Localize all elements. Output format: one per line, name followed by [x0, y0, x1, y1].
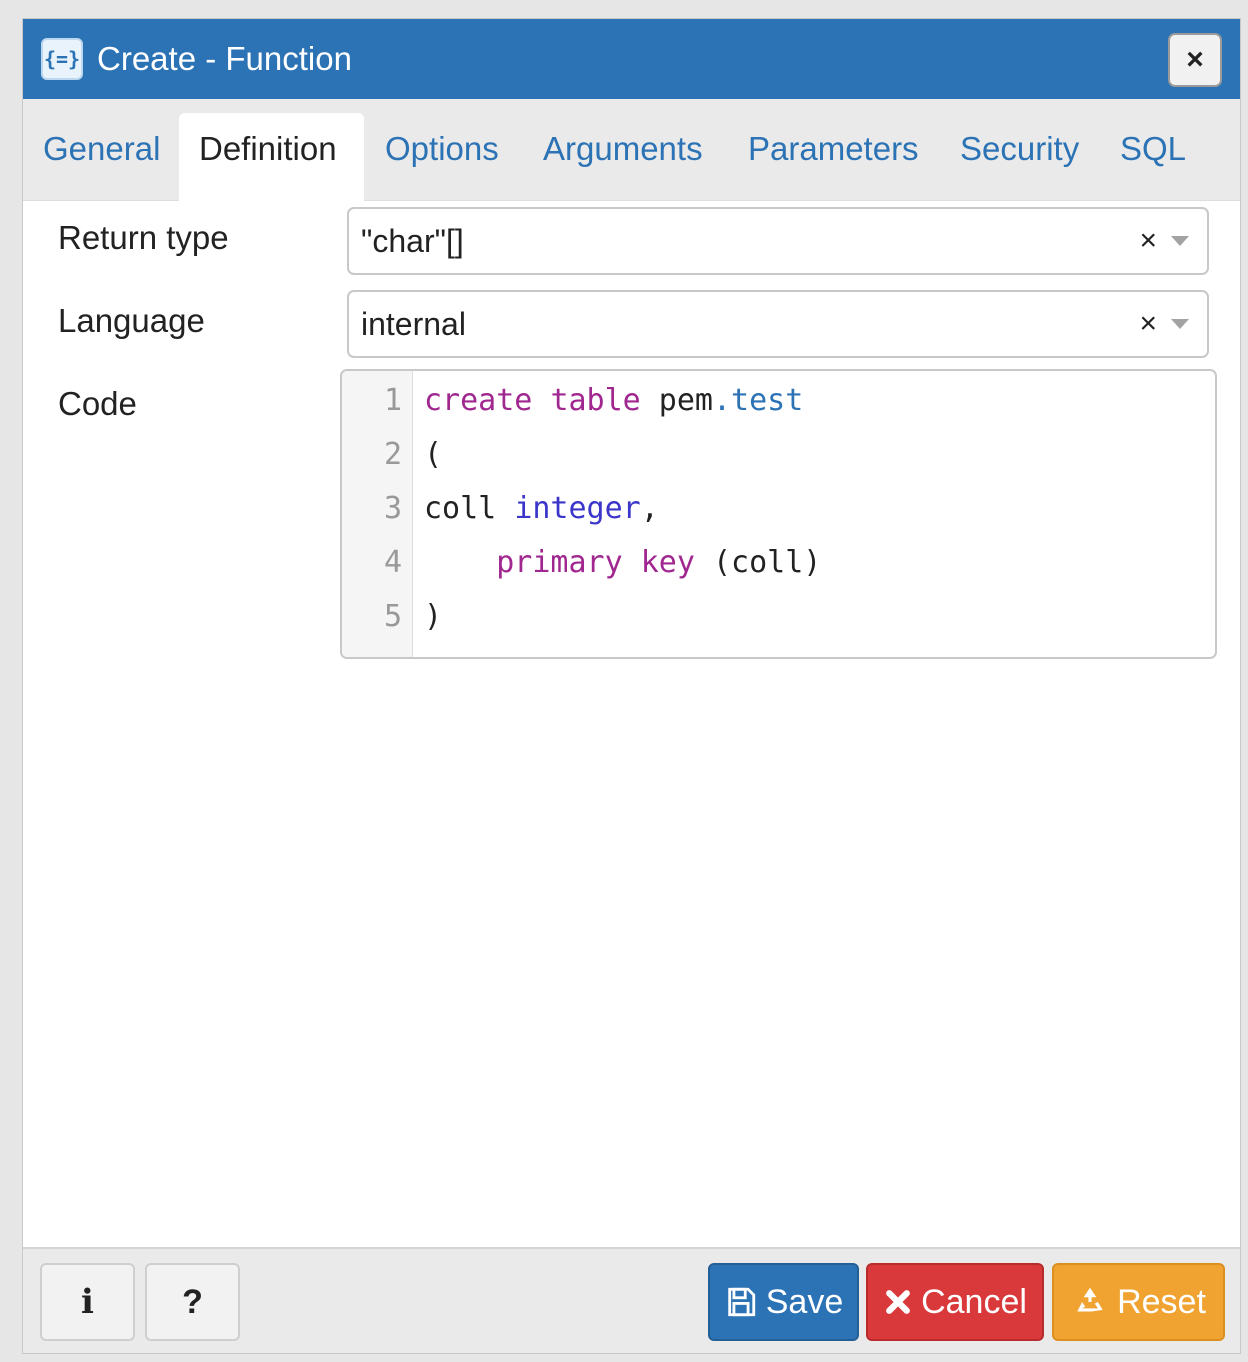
code-text: coll integer, [424, 491, 659, 526]
code-line[interactable]: 4 primary key (coll) [342, 545, 1215, 599]
dialog-titlebar[interactable]: {=} Create - Function × [23, 19, 1240, 99]
info-icon: i [81, 1282, 94, 1322]
clear-icon[interactable]: × [1139, 224, 1157, 258]
close-button[interactable]: × [1168, 33, 1222, 87]
language-select[interactable]: internal × [347, 290, 1209, 358]
tab-sql[interactable]: SQL [1100, 113, 1206, 201]
code-text: primary key (coll) [424, 545, 821, 580]
line-number: 3 [383, 491, 402, 526]
code-token: integer [514, 491, 641, 526]
tab-arguments[interactable]: Arguments [523, 113, 723, 201]
clear-icon[interactable]: × [1139, 307, 1157, 341]
code-text: create table pem.test [424, 383, 803, 418]
code-token: coll [424, 491, 515, 526]
save-button[interactable]: Save [708, 1263, 859, 1341]
line-number: 5 [383, 599, 402, 634]
line-number: 2 [383, 437, 402, 472]
cancel-button[interactable]: Cancel [866, 1263, 1044, 1341]
code-token: ) [424, 599, 443, 634]
code-label: Code [58, 385, 137, 422]
code-token: .test [713, 383, 804, 418]
dialog-footer: i ? Save Cancel Reset [23, 1247, 1240, 1353]
cancel-label: Cancel [921, 1282, 1027, 1321]
dialog-title: Create - Function [97, 40, 352, 77]
code-token: pem [640, 383, 713, 418]
tab-parameters[interactable]: Parameters [728, 113, 939, 201]
code-token: (coll) [694, 545, 822, 580]
create-function-dialog: {=} Create - Function × General Definiti… [22, 18, 1241, 1354]
return-type-select[interactable]: "char"[] × [347, 207, 1209, 275]
code-text: ) [424, 599, 442, 634]
function-icon: {=} [41, 38, 83, 80]
floppy-disk-icon [724, 1285, 758, 1319]
help-button[interactable]: ? [145, 1263, 240, 1341]
return-type-value: "char"[] [361, 222, 464, 259]
return-type-label: Return type [58, 219, 229, 256]
chevron-down-icon[interactable] [1171, 319, 1189, 329]
tab-general[interactable]: General [23, 113, 180, 201]
code-line[interactable]: 5) [342, 599, 1215, 653]
chevron-down-icon[interactable] [1171, 236, 1189, 246]
code-token: , [640, 491, 659, 526]
reset-button[interactable]: Reset [1052, 1263, 1225, 1341]
code-line[interactable]: 1 create table pem.test [342, 383, 1215, 437]
code-token: ( [424, 437, 443, 472]
code-token: table [550, 383, 641, 418]
code-line[interactable]: 2( [342, 437, 1215, 491]
code-editor[interactable]: 1 create table pem.test 2(3 coll integer, 4 … [340, 369, 1217, 659]
x-icon [883, 1287, 913, 1317]
language-value: internal [361, 305, 466, 342]
tab-definition[interactable]: Definition [179, 113, 364, 201]
code-token: primary [496, 545, 623, 580]
tab-options[interactable]: Options [365, 113, 519, 201]
tab-security[interactable]: Security [940, 113, 1099, 201]
code-text: ( [424, 437, 442, 472]
info-button[interactable]: i [40, 1263, 135, 1341]
line-number: 1 [383, 383, 402, 418]
tab-bar: General Definition Options Arguments Par… [23, 99, 1240, 201]
close-icon: × [1186, 43, 1204, 76]
language-label: Language [58, 302, 205, 339]
code-token: create [424, 383, 533, 418]
code-token: key [640, 545, 695, 580]
line-number: 4 [383, 545, 402, 580]
save-label: Save [765, 1282, 844, 1321]
help-icon: ? [182, 1282, 203, 1321]
code-line[interactable]: 3 coll integer, [342, 491, 1215, 545]
recycle-icon [1071, 1283, 1109, 1321]
reset-label: Reset [1117, 1282, 1206, 1321]
